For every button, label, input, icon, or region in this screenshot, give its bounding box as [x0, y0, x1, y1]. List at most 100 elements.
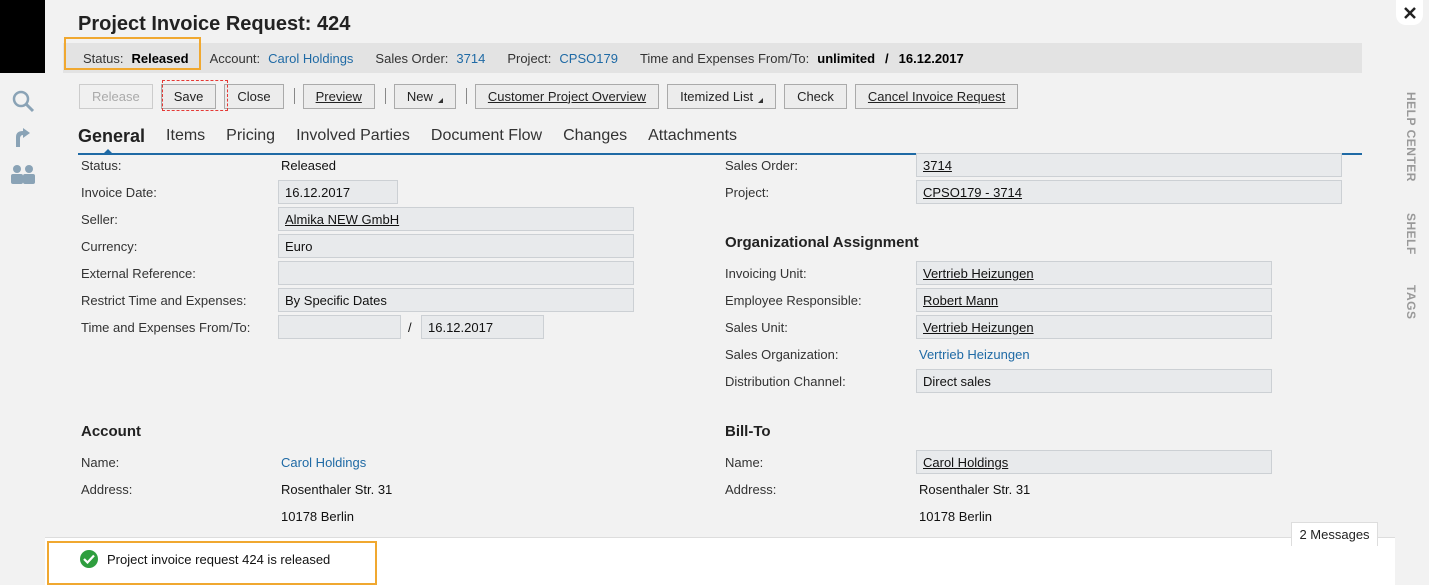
new-button[interactable]: New — [393, 83, 456, 109]
dropdown-triangle-icon — [758, 97, 764, 103]
sales-organization-link[interactable]: Vertrieb Heizungen — [919, 347, 1030, 362]
status-field-value: Released — [281, 158, 336, 173]
project-field[interactable]: CPSO179 - 3714 — [916, 180, 1342, 204]
header-info-bar: Status: Released Account: Carol Holdings… — [63, 43, 1362, 73]
tab-general[interactable]: General — [78, 124, 145, 155]
toolbar-separator — [465, 88, 467, 104]
left-rail — [0, 73, 45, 585]
cancel-invoice-request-button[interactable]: Cancel Invoice Request — [854, 83, 1019, 109]
pointer-icon[interactable] — [9, 125, 37, 151]
account-label: Account: — [209, 50, 261, 66]
dropdown-triangle-icon — [437, 97, 443, 103]
bill-to-address-line2: 10178 Berlin — [919, 509, 992, 524]
bill-to-address-line1: Rosenthaler Str. 31 — [919, 482, 1031, 497]
bill-to-name-value: Carol Holdings — [923, 455, 1009, 470]
project-field-label: Project: — [725, 185, 770, 200]
tab-attachments[interactable]: Attachments — [648, 124, 737, 153]
currency-field[interactable]: Euro — [278, 234, 634, 258]
external-reference-field[interactable] — [278, 261, 634, 285]
status-field-label: Status: — [81, 158, 122, 173]
time-expenses-to: 16.12.2017 — [898, 50, 964, 66]
tab-pricing[interactable]: Pricing — [226, 124, 275, 153]
time-expenses-to-field[interactable]: 16.12.2017 — [421, 315, 544, 339]
distribution-channel-field[interactable]: Direct sales — [916, 369, 1272, 393]
organizational-assignment-heading: Organizational Assignment — [725, 234, 919, 251]
sales-order-field[interactable]: 3714 — [916, 153, 1342, 177]
sales-organization-label: Sales Organization: — [725, 347, 839, 362]
currency-label: Currency: — [81, 239, 138, 254]
status-highlight — [64, 37, 201, 70]
bill-to-name-label: Name: — [725, 455, 764, 470]
side-tab-tags[interactable]: TAGS — [1404, 285, 1418, 319]
employee-responsible-label: Employee Responsible: — [725, 293, 862, 308]
preview-button[interactable]: Preview — [302, 83, 375, 109]
cancel-invoice-request-label: Cancel Invoice Request — [867, 88, 1006, 104]
sales-unit-label: Sales Unit: — [725, 320, 788, 335]
time-expenses-from-to-label: Time and Expenses From/To: — [81, 320, 251, 335]
invoice-date-label: Invoice Date: — [81, 185, 157, 200]
restrict-time-expenses-field[interactable]: By Specific Dates — [278, 288, 634, 312]
preview-label: Preview — [315, 88, 362, 104]
employee-responsible-value: Robert Mann — [923, 293, 999, 308]
account-address-line2: 10178 Berlin — [281, 509, 354, 524]
customer-project-overview-label: Customer Project Overview — [487, 88, 647, 104]
bill-to-name-field[interactable]: Carol Holdings — [916, 450, 1272, 474]
account-heading: Account — [81, 423, 141, 440]
itemized-list-label: Itemized List — [680, 88, 754, 104]
messages-count-tab[interactable]: 2 Messages — [1291, 522, 1378, 546]
people-icon[interactable] — [9, 161, 37, 187]
distribution-channel-label: Distribution Channel: — [725, 374, 846, 389]
project-field-value: CPSO179 - 3714 — [923, 185, 1023, 200]
restrict-time-expenses-label: Restrict Time and Expenses: — [81, 293, 247, 308]
account-address-label: Address: — [81, 482, 133, 497]
invoice-date-field[interactable]: 16.12.2017 — [278, 180, 398, 204]
sales-unit-value: Vertrieb Heizungen — [923, 320, 1034, 335]
invoicing-unit-label: Invoicing Unit: — [725, 266, 807, 281]
project-label: Project: — [507, 50, 552, 66]
tab-items[interactable]: Items — [166, 124, 205, 153]
page-title: Project Invoice Request: 424 — [78, 13, 351, 35]
time-expenses-label: Time and Expenses From/To: — [639, 50, 810, 66]
toolbar-separator — [293, 88, 295, 104]
sales-order-link[interactable]: 3714 — [456, 51, 485, 66]
search-icon[interactable] — [9, 88, 37, 114]
tab-involved-parties[interactable]: Involved Parties — [296, 124, 410, 153]
customer-project-overview-button[interactable]: Customer Project Overview — [474, 83, 660, 109]
side-tab-help-center[interactable]: HELP CENTER — [1404, 92, 1418, 182]
sales-order-field-label: Sales Order: — [725, 158, 798, 173]
tab-strip: General Items Pricing Involved Parties D… — [78, 124, 1362, 155]
time-expenses-separator: / — [885, 50, 889, 66]
sales-unit-field[interactable]: Vertrieb Heizungen — [916, 315, 1272, 339]
close-icon — [1403, 6, 1416, 19]
bill-to-address-label: Address: — [725, 482, 777, 497]
itemized-list-button[interactable]: Itemized List — [667, 83, 777, 109]
account-link[interactable]: Carol Holdings — [268, 51, 353, 66]
external-reference-label: External Reference: — [81, 266, 196, 281]
time-expenses-slash: / — [408, 320, 412, 335]
bill-to-heading: Bill-To — [725, 423, 771, 440]
time-expenses-from: unlimited — [817, 50, 876, 66]
tab-changes[interactable]: Changes — [563, 124, 627, 153]
invoicing-unit-field[interactable]: Vertrieb Heizungen — [916, 261, 1272, 285]
project-link[interactable]: CPSO179 — [559, 51, 618, 66]
employee-responsible-field[interactable]: Robert Mann — [916, 288, 1272, 312]
sales-order-field-value: 3714 — [923, 158, 952, 173]
toolbar: Release Save Close Preview New Customer … — [79, 83, 1026, 109]
invoicing-unit-value: Vertrieb Heizungen — [923, 266, 1034, 281]
release-button[interactable]: Release — [79, 83, 153, 109]
check-button[interactable]: Check — [784, 83, 847, 109]
new-label: New — [406, 88, 433, 104]
close-dialog-button[interactable] — [1396, 0, 1423, 25]
account-name-link[interactable]: Carol Holdings — [281, 455, 366, 470]
seller-field[interactable]: Almika NEW GmbH — [278, 207, 634, 231]
save-button[interactable]: Save — [160, 83, 217, 109]
side-tab-shelf[interactable]: SHELF — [1404, 213, 1418, 255]
seller-label: Seller: — [81, 212, 118, 227]
toolbar-separator — [384, 88, 386, 104]
sales-order-label: Sales Order: — [375, 50, 449, 66]
close-button[interactable]: Close — [224, 83, 284, 109]
tab-document-flow[interactable]: Document Flow — [431, 124, 542, 153]
message-highlight — [47, 541, 377, 585]
seller-value: Almika NEW GmbH — [285, 212, 400, 227]
time-expenses-from-field[interactable] — [278, 315, 401, 339]
